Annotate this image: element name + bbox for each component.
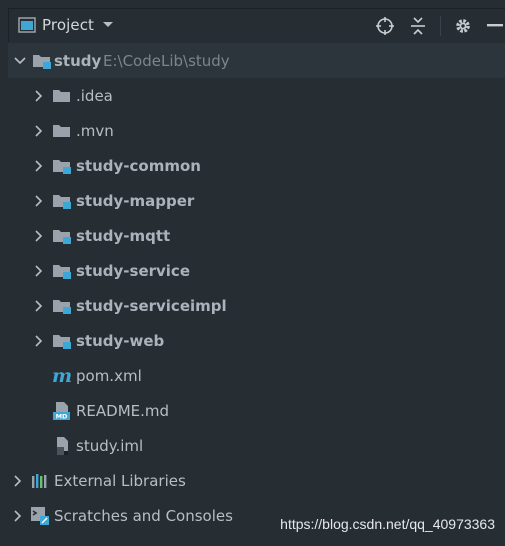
panel-title: Project (42, 16, 95, 34)
root-name: study (54, 51, 102, 70)
module-folder-icon (32, 52, 52, 70)
folder-icon (52, 87, 72, 105)
file-name: pom.xml (76, 366, 142, 385)
tree-node-module[interactable]: study-serviceimpl (8, 288, 505, 323)
chevron-down-icon[interactable] (14, 55, 26, 67)
scratches-icon (30, 506, 50, 525)
module-folder-icon (52, 157, 72, 175)
library-icon (30, 472, 50, 490)
tree-node-folder[interactable]: .mvn (8, 113, 505, 148)
module-folder-icon (52, 227, 72, 245)
iml-file-icon (52, 436, 72, 455)
module-folder-icon (52, 192, 72, 210)
locate-target-button[interactable] (374, 15, 396, 37)
chevron-right-icon[interactable] (33, 89, 45, 102)
file-name: README.md (76, 401, 170, 420)
module-name: study-mapper (76, 191, 195, 210)
chevron-right-icon[interactable] (33, 264, 45, 277)
project-window-icon (18, 17, 36, 33)
module-folder-icon (52, 262, 72, 280)
gear-icon (454, 17, 472, 35)
chevron-right-icon[interactable] (12, 509, 24, 522)
module-folder-icon (52, 332, 72, 350)
tree-node-module[interactable]: study-mqtt (8, 218, 505, 253)
folder-name: .mvn (76, 121, 114, 140)
chevron-down-icon[interactable] (102, 21, 114, 29)
chevron-right-icon[interactable] (33, 299, 45, 312)
tree-node-file[interactable]: MD README.md (8, 393, 505, 428)
watermark-url: https://blog.csdn.net/qq_40973363 (280, 516, 495, 532)
tree-node-folder[interactable]: .idea (8, 78, 505, 113)
settings-button[interactable] (452, 15, 474, 37)
root-path: E:\CodeLib\study (103, 51, 230, 70)
external-libraries-label: External Libraries (54, 471, 186, 490)
chevron-right-icon[interactable] (33, 194, 45, 207)
toolbar-separator (440, 16, 441, 36)
module-name: study-web (76, 331, 165, 350)
chevron-right-icon[interactable] (33, 124, 45, 137)
tree-node-file[interactable]: m pom.xml (8, 358, 505, 393)
file-name: study.iml (76, 436, 144, 455)
chevron-right-icon[interactable] (33, 334, 45, 347)
tree-node-external-libraries[interactable]: External Libraries (8, 463, 505, 498)
tree-node-module[interactable]: study-web (8, 323, 505, 358)
markdown-file-icon: MD (52, 401, 72, 420)
scratches-label: Scratches and Consoles (54, 506, 233, 525)
svg-text:MD: MD (56, 412, 68, 420)
collapse-all-button[interactable] (407, 15, 429, 37)
folder-icon (52, 122, 72, 140)
collapse-all-icon (409, 16, 427, 36)
chevron-right-icon[interactable] (33, 229, 45, 242)
project-view-selector[interactable]: Project (18, 16, 114, 34)
module-name: study-serviceimpl (76, 296, 227, 315)
tree-node-module[interactable]: study-common (8, 148, 505, 183)
maven-icon: m (51, 364, 73, 387)
tree-node-module[interactable]: study-mapper (8, 183, 505, 218)
project-tree: study E:\CodeLib\study .idea .mvn study-… (8, 43, 505, 533)
module-folder-icon (52, 297, 72, 315)
chevron-right-icon[interactable] (33, 159, 45, 172)
chevron-right-icon[interactable] (12, 474, 24, 487)
folder-name: .idea (76, 86, 113, 105)
hide-button[interactable] (485, 15, 505, 37)
tree-node-file[interactable]: study.iml (8, 428, 505, 463)
tree-node-root[interactable]: study E:\CodeLib\study (8, 43, 505, 78)
minimize-icon (487, 24, 503, 28)
module-name: study-mqtt (76, 226, 171, 245)
tree-node-module[interactable]: study-service (8, 253, 505, 288)
module-name: study-service (76, 261, 191, 280)
crosshair-icon (375, 16, 395, 36)
module-name: study-common (76, 156, 201, 175)
project-toolwindow-header: Project (8, 8, 505, 42)
